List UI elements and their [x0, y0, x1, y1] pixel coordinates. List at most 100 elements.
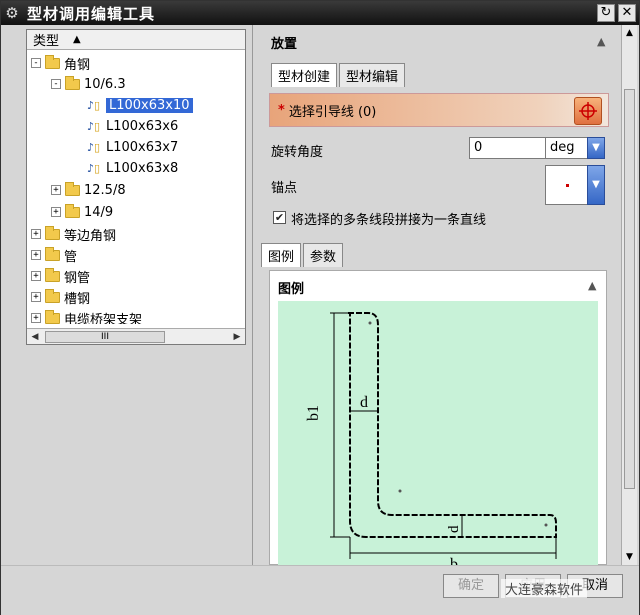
folder-icon — [45, 246, 60, 261]
crosshair-select-button[interactable] — [574, 97, 602, 125]
tree-node-10-6-3[interactable]: - 10/6.3 — [51, 74, 126, 94]
folder-icon — [65, 75, 80, 90]
tree-node-label: 10/6.3 — [84, 76, 126, 92]
tree-node-steel-pipe[interactable]: + 钢管 — [31, 266, 90, 286]
sort-ascending-icon: ▲ — [73, 34, 81, 45]
expand-icon[interactable]: + — [51, 207, 61, 217]
merge-segments-label: 将选择的多条线段拼接为一条直线 — [291, 213, 487, 228]
folder-icon — [45, 267, 60, 282]
tool-window: ⚙ 型材调用编辑工具 ↻ ✕ 类型 ▲ - 角钢 - 10/6.3 ♪▯ L10… — [0, 0, 640, 615]
tree-body: - 角钢 - 10/6.3 ♪▯ L100x63x10 ♪▯ L100x63x6 — [27, 50, 245, 324]
tree-node-label: L100x63x6 — [106, 118, 179, 134]
right-pane: 放置 ▲ 型材创建 型材编辑 * 选择引导线 (0) 旋转角度 0 deg ▼ … — [259, 25, 617, 573]
tree-node-label: 管 — [64, 249, 78, 265]
scroll-thumb[interactable]: III — [45, 330, 165, 343]
right-vertical-scrollbar[interactable]: ▲ ▼ — [621, 25, 637, 565]
reset-icon[interactable]: ↻ — [597, 4, 615, 22]
tree-node-l100x63x10[interactable]: ♪▯ L100x63x10 — [87, 95, 193, 115]
tree-header-label: 类型 — [33, 34, 60, 49]
angle-profile-drawing: b1 d d b — [305, 312, 557, 573]
tab-parameters[interactable]: 参数 — [303, 243, 344, 267]
tree-node-label: L100x63x10 — [106, 97, 193, 113]
profile-item-icon: ♪▯ — [87, 140, 101, 154]
tree-node-cable-tray-bracket[interactable]: + 电缆桥架支架 — [31, 308, 142, 324]
collapse-section-icon[interactable]: ▲ — [597, 35, 605, 48]
expand-icon[interactable]: + — [31, 313, 41, 323]
expand-icon[interactable]: + — [31, 250, 41, 260]
dimension-d-horizontal-label: d — [446, 525, 462, 533]
window-title: 型材调用编辑工具 — [27, 4, 156, 23]
close-icon[interactable]: ✕ — [618, 4, 636, 22]
tree-node-label: 钢管 — [64, 270, 91, 286]
tab-legend[interactable]: 图例 — [261, 243, 302, 267]
placement-section-title: 放置 — [271, 37, 298, 52]
select-guide-line-label: 选择引导线 (0) — [288, 104, 377, 120]
scroll-up-icon[interactable]: ▲ — [622, 25, 637, 41]
tree-node-12-5-8[interactable]: + 12.5/8 — [51, 180, 126, 200]
tree-node-label: 槽钢 — [64, 291, 91, 307]
anchor-point-icon — [565, 183, 569, 187]
required-icon: * — [278, 102, 285, 118]
title-bar: ⚙ 型材调用编辑工具 ↻ ✕ — [1, 1, 639, 25]
angle-unit-select[interactable]: deg — [545, 137, 593, 159]
tree-node-angle-steel[interactable]: - 角钢 — [31, 53, 90, 73]
select-guide-line-row[interactable]: * 选择引导线 (0) — [269, 93, 609, 127]
profile-item-icon: ♪▯ — [87, 98, 101, 112]
tree-node-label: 等边角钢 — [64, 228, 117, 244]
scroll-right-icon[interactable]: ▶ — [229, 332, 245, 342]
watermark-text: 大连豪森软件 — [501, 579, 588, 598]
scroll-thumb[interactable] — [624, 89, 635, 489]
dimension-d-vertical-label: d — [360, 394, 368, 411]
rotation-angle-input[interactable]: 0 — [469, 137, 547, 159]
expand-icon[interactable]: + — [31, 271, 41, 281]
legend-panel: 图例 ▲ b1 d d b — [269, 270, 607, 573]
placement-tabs: 型材创建 型材编辑 — [271, 63, 407, 87]
tree-node-channel-steel[interactable]: + 槽钢 — [31, 287, 90, 307]
anchor-point-select[interactable] — [545, 165, 589, 205]
scroll-down-icon[interactable]: ▼ — [622, 549, 637, 565]
tree-node-l100x63x6[interactable]: ♪▯ L100x63x6 — [87, 116, 178, 136]
tree-node-label: 电缆桥架支架 — [64, 312, 143, 325]
tree-node-equal-angle-steel[interactable]: + 等边角钢 — [31, 224, 116, 244]
tree-node-14-9[interactable]: + 14/9 — [51, 202, 113, 222]
tree-node-label: 12.5/8 — [84, 182, 126, 198]
tree-horizontal-scrollbar[interactable]: ◀ III ▶ — [27, 328, 245, 344]
rotation-angle-label: 旋转角度 — [271, 145, 324, 160]
dimension-b1-label: b1 — [305, 405, 322, 421]
unit-dropdown-icon[interactable]: ▼ — [587, 137, 605, 159]
tree-node-label: 角钢 — [64, 57, 91, 73]
profile-item-icon: ♪▯ — [87, 161, 101, 175]
tree-column-header[interactable]: 类型 ▲ — [27, 30, 245, 50]
folder-icon — [65, 203, 80, 218]
tree-node-label: L100x63x7 — [106, 139, 179, 155]
collapse-icon[interactable]: - — [51, 79, 61, 89]
tab-profile-edit[interactable]: 型材编辑 — [339, 63, 406, 87]
merge-segments-checkbox[interactable]: ✔ — [273, 211, 286, 224]
tab-profile-create[interactable]: 型材创建 — [271, 63, 338, 87]
folder-icon — [45, 225, 60, 240]
expand-icon[interactable]: + — [51, 185, 61, 195]
ok-button[interactable]: 确定 — [443, 574, 499, 598]
folder-icon — [65, 181, 80, 196]
folder-icon — [45, 288, 60, 303]
expand-icon[interactable]: + — [31, 292, 41, 302]
gear-icon[interactable]: ⚙ — [1, 4, 23, 22]
collapse-icon[interactable]: - — [31, 58, 41, 68]
scroll-left-icon[interactable]: ◀ — [27, 332, 43, 342]
expand-icon[interactable]: + — [31, 229, 41, 239]
folder-icon — [45, 54, 60, 69]
profile-item-icon: ♪▯ — [87, 119, 101, 133]
anchor-dropdown-icon[interactable]: ▼ — [587, 165, 605, 205]
tree-node-l100x63x8[interactable]: ♪▯ L100x63x8 — [87, 158, 178, 178]
tree-node-pipe[interactable]: + 管 — [31, 245, 77, 265]
legend-title: 图例 — [278, 282, 305, 297]
tree-node-label: L100x63x8 — [106, 160, 179, 176]
crosshair-icon — [579, 102, 597, 120]
collapse-legend-icon[interactable]: ▲ — [588, 279, 596, 292]
anchor-label: 锚点 — [271, 181, 298, 196]
left-pane: 类型 ▲ - 角钢 - 10/6.3 ♪▯ L100x63x10 ♪▯ L100… — [9, 25, 253, 565]
profile-type-tree: 类型 ▲ - 角钢 - 10/6.3 ♪▯ L100x63x10 ♪▯ L100… — [26, 29, 246, 345]
angle-profile-diagram: b1 d d b — [278, 301, 598, 573]
legend-tabs: 图例 参数 — [261, 243, 345, 267]
tree-node-l100x63x7[interactable]: ♪▯ L100x63x7 — [87, 137, 178, 157]
